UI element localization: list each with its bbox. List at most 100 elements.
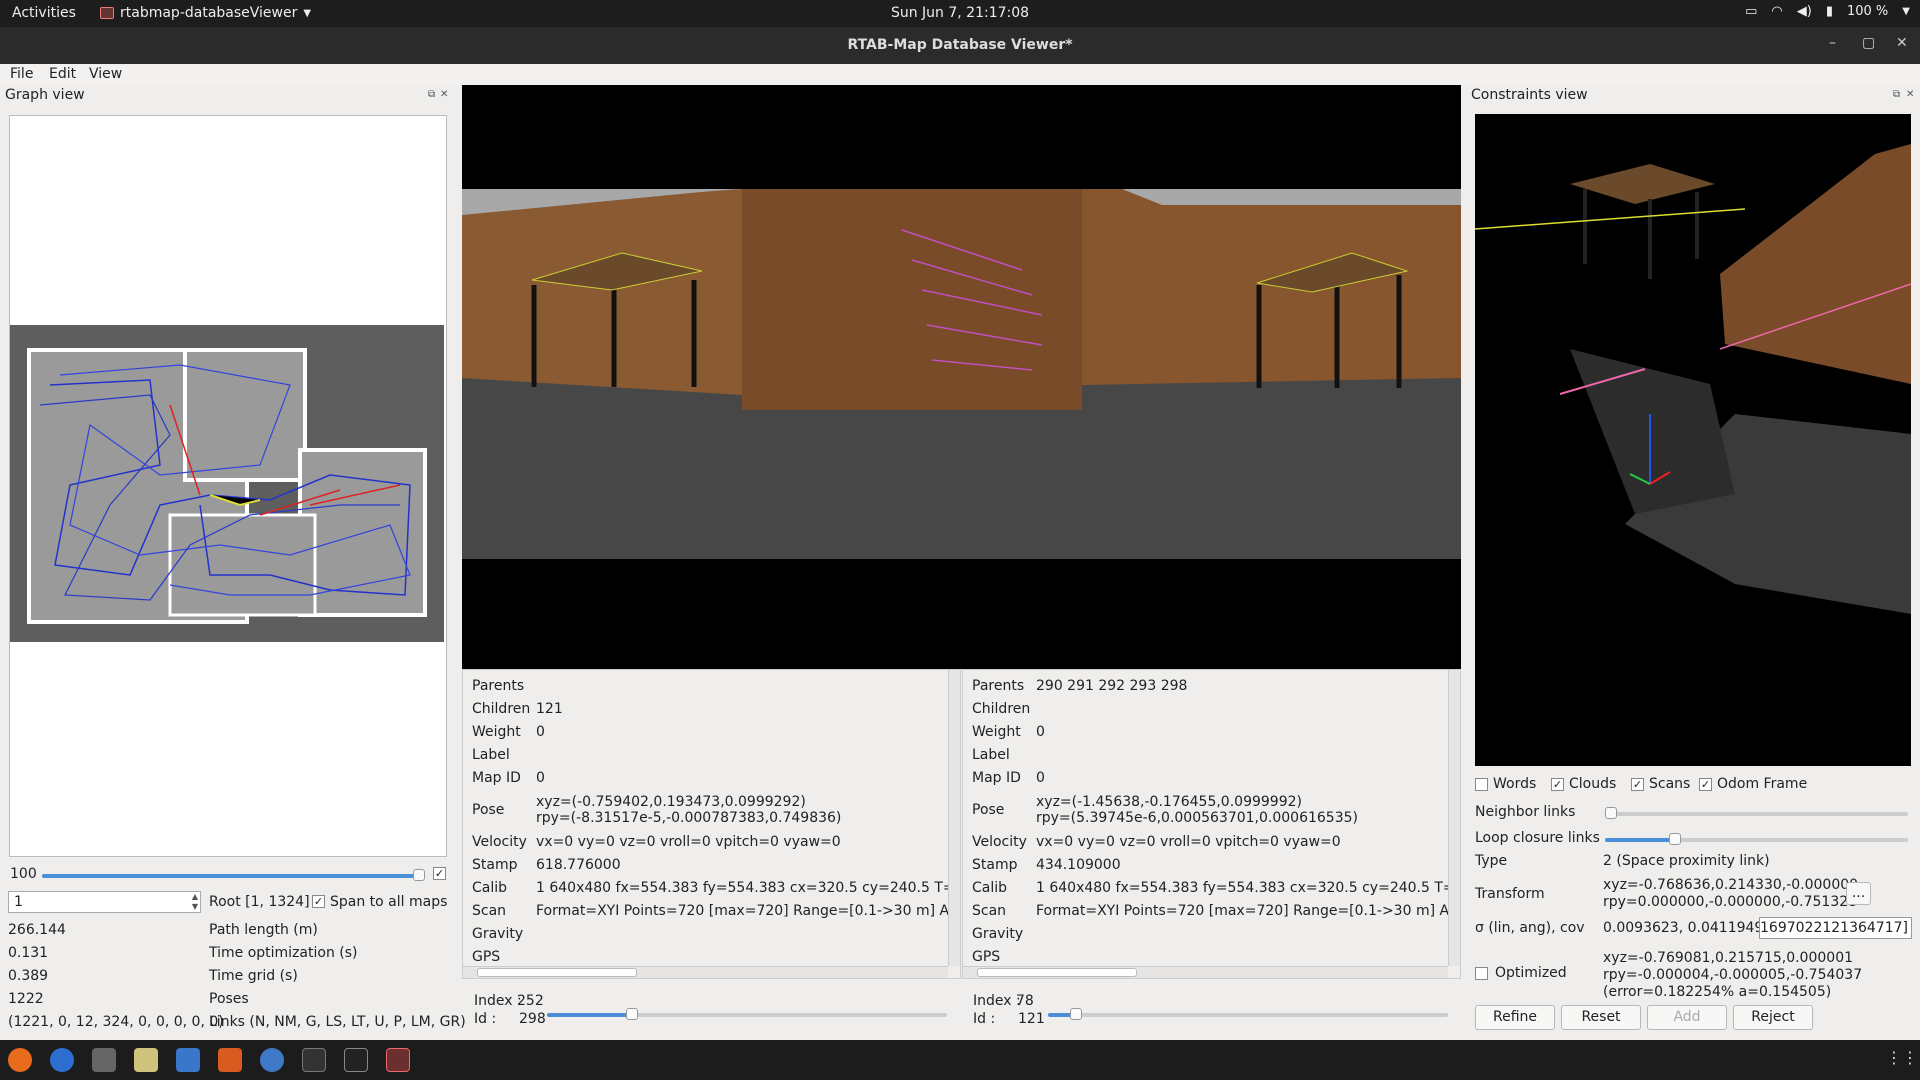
left-node-slider-handle[interactable] (626, 1008, 638, 1020)
type-value: 2 (Space proximity link) (1603, 853, 1770, 869)
terminal-icon[interactable] (344, 1048, 368, 1072)
files-icon[interactable] (92, 1048, 116, 1072)
scrollbar-thumb[interactable] (477, 968, 637, 977)
links-value: (1221, 0, 12, 324, 0, 0, 0, 0, 0) (8, 1014, 224, 1030)
scans-checkbox[interactable]: ✓ (1631, 778, 1644, 791)
right-node-info-panel[interactable]: Parents 290 291 292 293 298 Children Weig… (962, 669, 1461, 979)
left-node-slider-fill (547, 1013, 632, 1017)
spinner-arrows-icon[interactable]: ▲ ▼ (192, 892, 198, 912)
left-node-info-panel[interactable]: Parents Children 121 Weight 0 Label Map ID… (462, 669, 961, 979)
app-icon (100, 7, 114, 19)
optimized-checkbox[interactable] (1475, 967, 1488, 980)
neighbor-links-slider-handle[interactable] (1605, 807, 1617, 819)
right-info-vertical-scrollbar[interactable] (1448, 670, 1460, 966)
menu-bar: File Edit View (0, 64, 1920, 85)
odom-frame-label: Odom Frame (1717, 776, 1808, 792)
words-checkbox[interactable] (1475, 778, 1488, 791)
transform-rpy: rpy=0.000000,-0.000000,-0.751328 (1603, 894, 1858, 910)
transform-label: Transform (1475, 886, 1545, 902)
pose-xyz: xyz=(-0.759402,0.193473,0.0999292) (536, 794, 806, 810)
firefox-icon[interactable] (8, 1048, 32, 1072)
window-title: RTAB-Map Database Viewer* (847, 37, 1073, 53)
time-optimization-value: 0.131 (8, 945, 49, 961)
path-length-value: 266.144 (8, 922, 66, 938)
reject-button[interactable]: Reject (1733, 1005, 1813, 1030)
scrollbar-thumb[interactable] (977, 968, 1137, 977)
rhythmbox-icon[interactable] (134, 1048, 158, 1072)
system-top-bar: Activities rtabmap-databaseViewer ▼ Sun … (0, 0, 1920, 27)
system-tray[interactable]: ▭ ◠ ◀) ▮ 100 % ▼ (1745, 4, 1910, 19)
volume-icon: ◀) (1796, 4, 1812, 19)
minimize-icon[interactable]: – (1829, 35, 1836, 51)
rtabmap-icon[interactable] (386, 1048, 410, 1072)
close-icon[interactable]: ✕ (1896, 35, 1908, 51)
battery-level: 100 % (1846, 4, 1889, 19)
menu-edit[interactable]: Edit (49, 66, 76, 82)
poses-value: 1222 (8, 991, 44, 1007)
time-grid-label: Time grid (s) (209, 968, 298, 984)
constraints-3d-view[interactable] (1474, 114, 1912, 766)
left-id-label: Id : (474, 1011, 497, 1027)
type-label: Type (1475, 853, 1508, 869)
app-grid-icon[interactable]: ⋮⋮ (1886, 1048, 1918, 1072)
right-index-label: Index : (973, 993, 1021, 1009)
right-info-horizontal-scrollbar[interactable] (963, 966, 1448, 978)
loop-closure-slider-handle[interactable] (1669, 833, 1681, 845)
left-id-value: 298 (519, 1011, 546, 1027)
span-all-maps-checkbox[interactable]: ✓ (312, 895, 325, 908)
left-info-vertical-scrollbar[interactable] (948, 670, 960, 966)
neighbor-links-slider[interactable] (1605, 812, 1908, 816)
loop-closure-slider-fill (1605, 838, 1675, 842)
right-index-value: 78 (1016, 993, 1034, 1009)
links-label: Links (N, NM, G, LS, LT, U, P, LM, GR) (209, 1014, 466, 1030)
pose-xyz: xyz=(-1.45638,-0.176455,0.0999992) (1036, 794, 1302, 810)
dock-close-icon[interactable]: ✕ (440, 89, 448, 100)
optimized-error: (error=0.182254% a=0.154505) (1603, 984, 1832, 1000)
occupancy-grid-map[interactable] (10, 325, 444, 642)
covariance-field[interactable]: 0169702212136471​7] (1759, 917, 1912, 939)
odom-frame-checkbox[interactable]: ✓ (1699, 778, 1712, 791)
right-id-label: Id : (973, 1011, 996, 1027)
app-menu[interactable]: rtabmap-databaseViewer ▼ (100, 5, 311, 21)
root-label: Root [1, 1324] (209, 894, 310, 910)
right-node-slider[interactable] (1048, 1013, 1448, 1017)
help-icon[interactable] (260, 1048, 284, 1072)
right-node-slider-handle[interactable] (1070, 1008, 1082, 1020)
software-icon[interactable] (218, 1048, 242, 1072)
left-index-value: 252 (517, 993, 544, 1009)
transform-edit-button[interactable]: ... (1846, 882, 1871, 905)
neighbor-links-label: Neighbor links (1475, 804, 1576, 820)
dock-float-icon[interactable]: ⧉ (428, 89, 435, 100)
menu-file[interactable]: File (10, 66, 33, 82)
refine-button[interactable]: Refine (1475, 1005, 1555, 1030)
add-button[interactable]: Add (1647, 1005, 1727, 1030)
camera-scene-drawing (462, 189, 1461, 559)
wifi-icon: ◠ (1771, 4, 1783, 19)
pose-rpy: rpy=(-8.31517e-5,-0.000787383,0.749836) (536, 810, 842, 826)
optimized-label: Optimized (1495, 965, 1567, 981)
root-input[interactable]: 1 ▲ ▼ (8, 891, 201, 913)
dock-close-icon[interactable]: ✕ (1906, 89, 1914, 100)
clouds-checkbox[interactable]: ✓ (1551, 778, 1564, 791)
monitor-icon[interactable] (302, 1048, 326, 1072)
scans-label: Scans (1649, 776, 1691, 792)
dock-float-icon[interactable]: ⧉ (1893, 89, 1900, 100)
pose-rpy: rpy=(5.39745e-6,0.000563701,0.000616535) (1036, 810, 1358, 826)
writer-icon[interactable] (176, 1048, 200, 1072)
graph-slider-value: 100 (10, 866, 37, 882)
screen-icon: ▭ (1745, 4, 1758, 19)
graph-map-drawing (27, 348, 427, 624)
activities-button[interactable]: Activities (12, 5, 76, 21)
left-info-horizontal-scrollbar[interactable] (463, 966, 948, 978)
graph-slider-handle[interactable] (413, 869, 425, 881)
path-length-label: Path length (m) (209, 922, 318, 938)
thunderbird-icon[interactable] (50, 1048, 74, 1072)
camera-image-view[interactable] (462, 85, 1461, 669)
optimized-xyz: xyz=-0.769081,0.215715,0.000001 (1603, 950, 1854, 966)
graph-slider-checkbox[interactable]: ✓ (433, 867, 446, 880)
menu-view[interactable]: View (89, 66, 122, 82)
root-input-value: 1 (14, 894, 23, 910)
maximize-icon[interactable]: ▢ (1862, 35, 1875, 51)
right-id-value: 121 (1018, 1011, 1045, 1027)
reset-button[interactable]: Reset (1561, 1005, 1641, 1030)
